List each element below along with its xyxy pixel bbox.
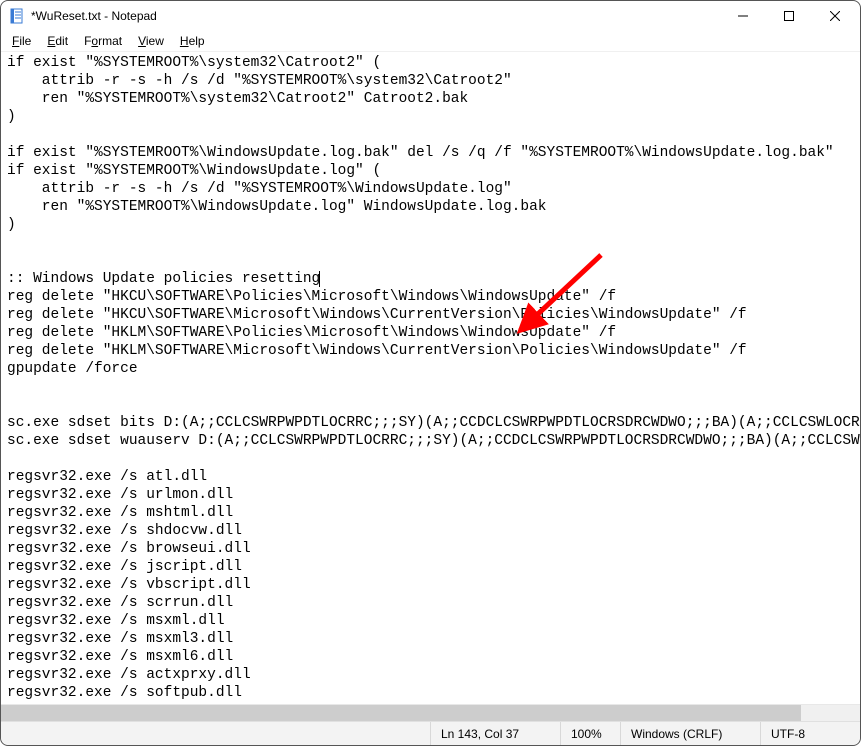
notepad-icon (9, 8, 25, 24)
status-line-ending: Windows (CRLF) (620, 722, 760, 745)
text-editor[interactable]: if exist "%SYSTEMROOT%\system32\Catroot2… (1, 52, 860, 704)
window-title: *WuReset.txt - Notepad (31, 9, 720, 23)
menu-edit-rest: dit (55, 34, 68, 48)
scrollbar-thumb[interactable] (1, 705, 801, 721)
maximize-button[interactable] (766, 1, 812, 31)
status-bar: Ln 143, Col 37 100% Windows (CRLF) UTF-8 (1, 721, 860, 745)
status-spacer (1, 722, 430, 745)
menu-view[interactable]: View (131, 33, 171, 49)
menu-bar: File Edit Format View Help (1, 31, 860, 51)
menu-file-rest: ile (19, 34, 31, 48)
menu-file[interactable]: File (5, 33, 38, 49)
window-controls (720, 1, 858, 31)
content-area: if exist "%SYSTEMROOT%\system32\Catroot2… (1, 51, 860, 721)
title-bar: *WuReset.txt - Notepad (1, 1, 860, 31)
close-button[interactable] (812, 1, 858, 31)
menu-help-rest: elp (189, 34, 205, 48)
menu-view-rest: iew (146, 34, 164, 48)
menu-help[interactable]: Help (173, 33, 212, 49)
menu-format-rest: rmat (98, 34, 122, 48)
minimize-button[interactable] (720, 1, 766, 31)
status-zoom: 100% (560, 722, 620, 745)
status-position: Ln 143, Col 37 (430, 722, 560, 745)
menu-format[interactable]: Format (77, 33, 129, 49)
status-encoding: UTF-8 (760, 722, 860, 745)
scrollbar-track[interactable] (1, 705, 860, 721)
menu-edit[interactable]: Edit (40, 33, 75, 49)
horizontal-scrollbar[interactable] (1, 704, 860, 721)
